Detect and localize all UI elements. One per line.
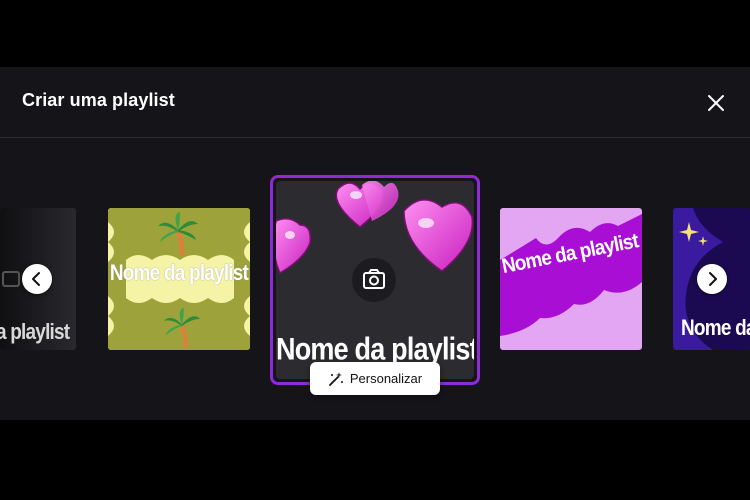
magic-wand-icon: [328, 371, 343, 386]
personalize-label: Personalizar: [349, 371, 423, 386]
camera-icon: [2, 271, 20, 287]
camera-icon: [363, 269, 385, 289]
carousel-prev-button[interactable]: [22, 264, 52, 294]
chevron-left-icon: [32, 272, 40, 286]
cover-option-2[interactable]: Nome da playlist: [108, 208, 250, 350]
personalize-button[interactable]: Personalizar: [310, 362, 440, 395]
palm-tree-icon: [163, 308, 201, 348]
cover-option-4[interactable]: Nome da playlist: [500, 208, 642, 350]
close-icon: [708, 95, 724, 111]
palm-tree-icon: [158, 212, 198, 256]
wave-pattern: [500, 214, 642, 336]
chevron-right-icon: [709, 272, 717, 286]
cover-label: Nome da: [681, 316, 750, 341]
cover-label: Nome da playlist: [109, 261, 249, 286]
create-playlist-modal: Criar uma playlist a playlist Nome da pl…: [0, 67, 750, 420]
change-cover-button[interactable]: [352, 258, 396, 302]
modal-title: Criar uma playlist: [22, 90, 175, 110]
carousel-next-button[interactable]: [697, 264, 727, 294]
modal-header: Criar uma playlist: [0, 67, 750, 138]
cover-option-3-selected[interactable]: Nome da playlist: [276, 181, 474, 379]
cover-label: a playlist: [0, 320, 70, 345]
close-button[interactable]: [704, 91, 728, 115]
cover-carousel: a playlist Nome da playlist Nome da play…: [0, 138, 750, 420]
